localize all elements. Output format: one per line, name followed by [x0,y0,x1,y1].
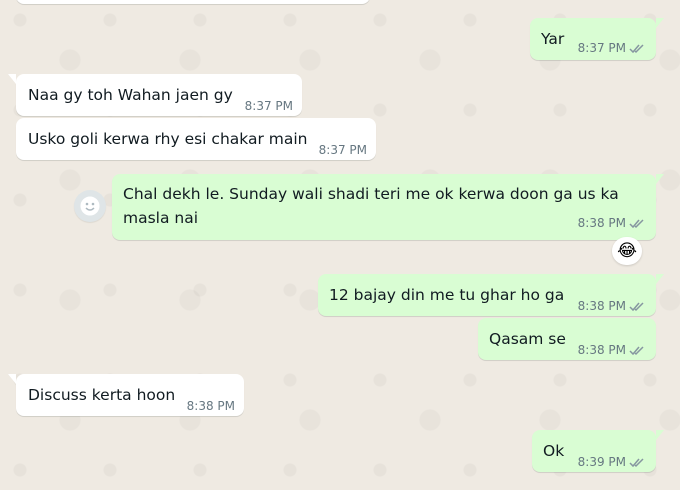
react-emoji-button[interactable] [74,190,106,222]
message-bubble-out[interactable]: Qasam se 8:38 PM [478,318,656,360]
message-reaction[interactable]: 😂 [612,237,642,265]
message-time: 8:38 PM [577,216,626,230]
message-text: Qasam se [489,330,566,348]
message-time: 8:39 PM [577,455,626,469]
message-text: Usko goli kerwa rhy esi chakar main [28,130,308,148]
message-text: Ok [543,442,565,460]
message-bubble-in[interactable]: Naa gy toh Wahan jaen gy 8:37 PM [8,74,302,118]
message-time: 8:38 PM [186,399,235,413]
double-check-icon [629,345,644,355]
message-time: 8:37 PM [577,41,626,55]
message-meta: 8:38 PM [578,338,647,362]
message-text: Naa gy toh Wahan jaen gy [28,86,233,104]
message-bubble-out[interactable]: Ok 8:39 PM [532,430,664,474]
message-time: 8:37 PM [318,143,367,157]
message-meta: 8:38 PM [578,211,647,235]
smiley-icon [80,196,100,216]
message-bubble-out[interactable]: Yar 8:37 PM [530,18,664,60]
message-bubble-out[interactable]: 12 bajay din me tu ghar ho ga 8:38 PM [318,274,664,318]
message-bubble-partial [16,0,370,4]
message-meta: 8:37 PM [578,36,647,60]
message-bubble-in[interactable]: Discuss kerta hoon 8:38 PM [8,374,244,418]
message-time: 8:38 PM [577,299,626,313]
message-time: 8:38 PM [577,343,626,357]
message-text: Discuss kerta hoon [28,386,176,404]
double-check-icon [629,301,644,311]
message-meta: 8:39 PM [578,450,647,474]
message-meta: 8:38 PM [578,294,647,318]
message-text: Yar [541,30,565,48]
message-meta: 8:38 PM [187,394,235,418]
message-bubble-in[interactable]: Usko goli kerwa rhy esi chakar main 8:37… [16,118,376,160]
message-text: 12 bajay din me tu ghar ho ga [329,286,565,304]
message-meta: 8:37 PM [319,138,367,162]
message-text: Chal dekh le. Sunday wali shadi teri me … [123,185,619,227]
double-check-icon [629,218,644,228]
message-time: 8:37 PM [244,99,293,113]
message-meta: 8:37 PM [245,94,293,118]
double-check-icon [629,457,644,467]
double-check-icon [629,43,644,53]
reaction-emoji: 😂 [617,241,637,261]
message-bubble-out[interactable]: Chal dekh le. Sunday wali shadi teri me … [112,174,664,240]
